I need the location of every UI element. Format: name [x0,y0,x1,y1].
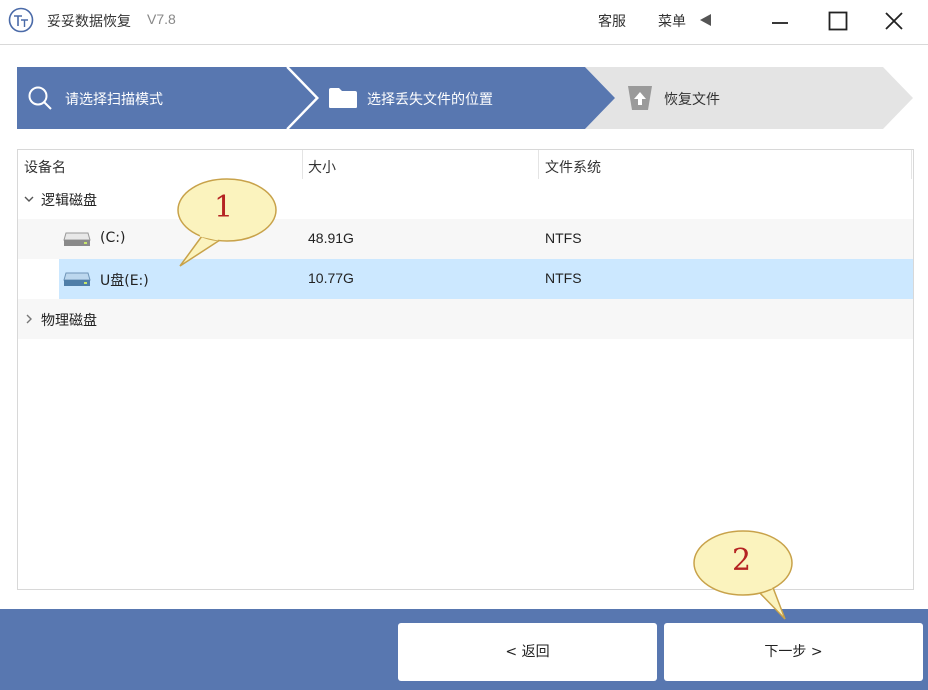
callout-bubble-1: 1 [172,176,282,270]
drive-name: (C:) [100,230,126,246]
search-icon [28,86,52,110]
column-divider [911,150,912,180]
next-button[interactable]: 下一步 > [664,623,923,681]
callout-bubble-2: 2 [690,527,800,623]
chevron-down-icon[interactable] [24,194,34,204]
menu-link[interactable]: 菜单 [658,11,686,31]
table-row-drive-e[interactable]: U盘(E:) 10.77G NTFS [18,259,913,299]
step-2-label: 选择丢失文件的位置 [367,92,493,108]
column-header-device[interactable]: 设备名 [24,157,66,177]
step-1-label: 请选择扫描模式 [65,92,163,108]
table-header: 设备名 大小 文件系统 [18,150,913,181]
minimize-icon[interactable] [771,13,789,31]
customer-service-link[interactable]: 客服 [598,11,626,31]
hard-drive-icon [63,232,91,246]
folder-icon [329,88,357,108]
column-header-filesystem[interactable]: 文件系统 [545,157,601,177]
drive-size: 10.77G [308,270,354,286]
group-row-logical-disks[interactable]: 逻辑磁盘 [18,179,913,219]
app-logo-icon [8,7,34,33]
drive-size: 48.91G [308,230,354,246]
app-title: 妥妥数据恢复 [47,14,131,30]
app-version: V7.8 [147,11,176,27]
step-3-label: 恢复文件 [664,92,720,108]
back-button[interactable]: < 返回 [398,623,657,681]
device-table: 设备名 大小 文件系统 逻辑磁盘 (C:) 48.91G NTFS U盘(E:) [17,149,914,590]
drive-name: U盘(E:) [100,273,149,289]
drive-filesystem: NTFS [545,230,582,246]
table-row-drive-c[interactable]: (C:) 48.91G NTFS [18,219,913,259]
title-bar: 妥妥数据恢复 V7.8 客服 菜单 [0,0,928,45]
group-label: 物理磁盘 [41,313,97,329]
group-label: 逻辑磁盘 [41,193,97,209]
drive-filesystem: NTFS [545,270,582,286]
step-indicator: 请选择扫描模式 选择丢失文件的位置 恢复文件 [17,67,913,129]
column-header-size[interactable]: 大小 [308,157,336,177]
close-icon[interactable] [884,11,904,31]
maximize-icon[interactable] [828,11,848,31]
column-divider[interactable] [538,150,539,180]
menu-arrow-icon[interactable] [698,12,712,28]
upload-icon [628,86,652,110]
callout-number: 2 [732,543,752,578]
column-divider[interactable] [302,150,303,180]
usb-drive-icon [63,272,91,286]
callout-number: 1 [214,190,234,225]
chevron-right-icon[interactable] [24,314,34,324]
group-row-physical-disks[interactable]: 物理磁盘 [18,299,913,339]
